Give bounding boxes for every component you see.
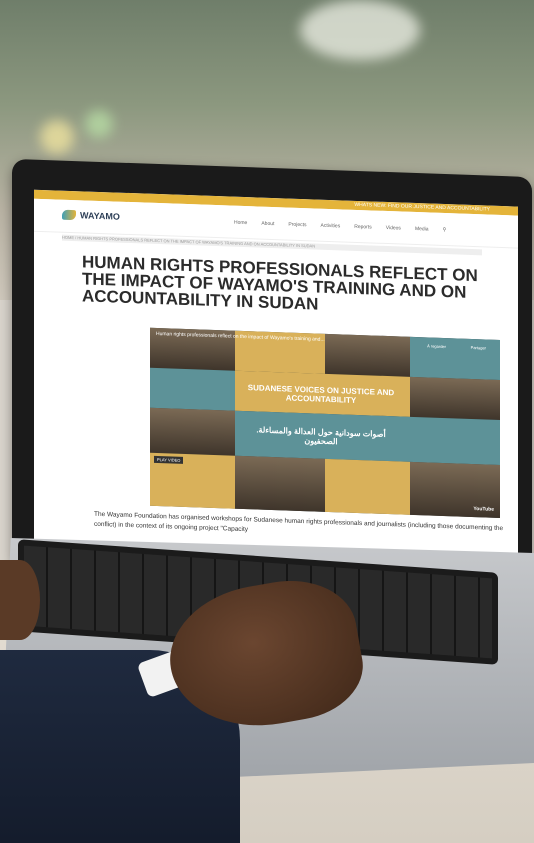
menu-item-projects[interactable]: Projects: [288, 222, 306, 229]
video-face-tile: [410, 376, 500, 420]
menu-item-videos[interactable]: Videos: [386, 225, 401, 232]
logo-icon: [62, 209, 76, 221]
video-color-tile: [410, 416, 500, 465]
bokeh-light: [85, 110, 113, 138]
photo: WHATS NEW: FIND OUR JUSTICE AND ACCOUNTA…: [0, 0, 534, 843]
site-logo[interactable]: WAYAMO: [62, 209, 120, 222]
laptop-screen: WHATS NEW: FIND OUR JUSTICE AND ACCOUNTA…: [34, 189, 518, 567]
menu-item-reports[interactable]: Reports: [354, 224, 372, 231]
menu-item-home[interactable]: Home: [234, 220, 247, 226]
video-face-tile: [235, 455, 325, 512]
play-video-button[interactable]: PLAY VIDEO: [154, 455, 184, 464]
share-button[interactable]: Partager: [471, 345, 486, 351]
page-title: HUMAN RIGHTS PROFESSIONALS REFLECT ON TH…: [82, 252, 478, 314]
left-hand: [0, 560, 40, 640]
bokeh-light: [300, 0, 420, 60]
video-player[interactable]: Human rights professionals reflect on th…: [150, 327, 500, 518]
video-color-tile: [410, 336, 500, 380]
menu-item-media[interactable]: Media: [415, 226, 429, 232]
menu-item-activities[interactable]: Activities: [320, 223, 340, 230]
video-color-tile: [325, 458, 410, 515]
search-icon[interactable]: ⚲: [443, 227, 447, 233]
site-menu: Home About Projects Activities Reports V…: [234, 220, 446, 233]
youtube-logo[interactable]: YouTube: [473, 506, 494, 513]
video-face-tile: [325, 333, 410, 377]
video-color-tile: [150, 367, 235, 411]
video-face-tile: [150, 407, 235, 456]
bokeh-light: [40, 120, 74, 154]
logo-text: WAYAMO: [80, 210, 120, 222]
menu-item-about[interactable]: About: [261, 221, 274, 227]
laptop-lid: WHATS NEW: FIND OUR JUSTICE AND ACCOUNTA…: [12, 158, 532, 588]
watch-later-button[interactable]: À regarder: [427, 343, 446, 349]
